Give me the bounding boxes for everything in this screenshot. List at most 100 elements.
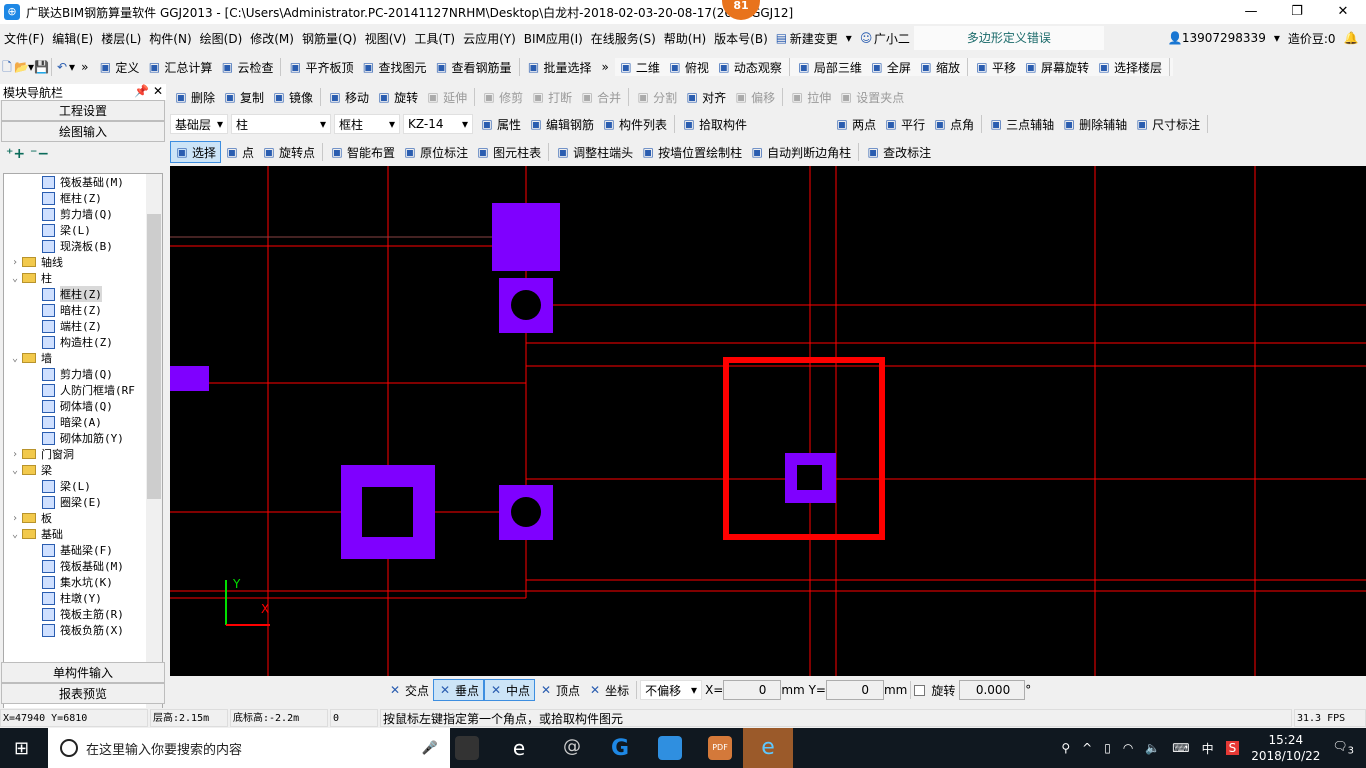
edit-button-7[interactable]: ▣ 打断 [527, 89, 576, 106]
ime-indicator[interactable]: 中 [1202, 740, 1214, 757]
column-hole[interactable] [797, 465, 822, 490]
snap-toggle-2[interactable]: ✕ 中点 [484, 679, 536, 701]
tree-folder[interactable]: › 板 [4, 510, 162, 526]
snap-toggle-0[interactable]: ✕ 交点 [384, 679, 433, 701]
tree-item[interactable]: 筏板负筋(X) [4, 622, 162, 638]
task-view-icon[interactable]: ▯▯ [408, 738, 421, 752]
edit-button-12[interactable]: ▣ 拉伸 [786, 89, 835, 106]
menu-item[interactable]: 云应用(Y) [459, 30, 520, 47]
tree-item[interactable]: 梁(L) [4, 478, 162, 494]
chevron-down-icon[interactable]: ⌄ [8, 273, 22, 284]
edit-button-4[interactable]: ▣ 旋转 [373, 89, 422, 106]
user-phone[interactable]: 13907298339 [1178, 31, 1270, 45]
tree-item[interactable]: 筏板主筋(R) [4, 606, 162, 622]
component-button-3[interactable]: ▣ 拾取构件 [678, 116, 751, 133]
new-file-icon[interactable]: 🗋 [0, 60, 14, 74]
chevron-down-icon[interactable]: ⌄ [8, 353, 22, 364]
tree-item[interactable]: 暗柱(Z) [4, 302, 162, 318]
main-button-6[interactable]: ▣ 批量选择 [523, 59, 596, 76]
axis-button-1[interactable]: ▣ 平行 [880, 116, 929, 133]
edit-button-6[interactable]: ▣ 修剪 [478, 89, 527, 106]
view-button-4[interactable]: ▣ 全屏 [866, 59, 915, 76]
component-button-2[interactable]: ▣ 构件列表 [598, 116, 671, 133]
tree-item[interactable]: 柱墩(Y) [4, 590, 162, 606]
collapse-all-icon[interactable]: ⁻− [30, 146, 49, 162]
column[interactable] [170, 366, 209, 391]
main-button-2[interactable]: ▣ 云检查 [216, 59, 277, 76]
tree-item[interactable]: 剪力墙(Q) [4, 206, 162, 222]
view-button-8[interactable]: ▣ 选择楼层 [1093, 59, 1166, 76]
draw-button-4[interactable]: ▣ 原位标注 [399, 144, 472, 161]
menu-item[interactable]: 修改(M) [246, 30, 298, 47]
draw-button-3[interactable]: ▣ 智能布置 [326, 144, 399, 161]
pin-icon[interactable]: 📌 [134, 84, 149, 98]
tree-folder[interactable]: ⌄ 柱 [4, 270, 162, 286]
component-select[interactable]: KZ-14 ▾ [403, 114, 473, 134]
draw-button-1[interactable]: ▣ 点 [221, 144, 258, 161]
menu-item[interactable]: 视图(V) [361, 30, 411, 47]
x-axis-label[interactable]: X [261, 602, 269, 616]
snap-toggle-3[interactable]: ✕ 顶点 [535, 679, 584, 701]
tree-item[interactable]: 筏板基础(M) [4, 558, 162, 574]
project-settings-button[interactable]: 工程设置 [1, 100, 165, 121]
menu-assistant[interactable]: 广小二 [870, 30, 914, 47]
menu-item[interactable]: 工具(T) [410, 30, 459, 47]
tree-folder[interactable]: › 轴线 [4, 254, 162, 270]
tree-item[interactable]: 暗梁(A) [4, 414, 162, 430]
clock[interactable]: 15:24 2018/10/22 [1251, 732, 1320, 764]
draw-button-0[interactable]: ▣ 选择 [170, 141, 222, 163]
view-button-0[interactable]: ▣ 二维 [615, 59, 664, 76]
app-fan-icon[interactable] [455, 736, 479, 760]
draw-button-6[interactable]: ▣ 调整柱端头 [552, 144, 637, 161]
axis-button-5[interactable]: ▣ 尺寸标注 [1131, 116, 1204, 133]
menu-item[interactable]: 绘图(D) [196, 30, 247, 47]
menu-item[interactable]: 帮助(H) [660, 30, 710, 47]
close-panel-icon[interactable]: ✕ [153, 84, 163, 98]
tray-chevron-icon[interactable]: ^ [1082, 741, 1092, 755]
edge-ie-icon[interactable]: e [507, 736, 531, 760]
menu-item[interactable]: BIM应用(I) [520, 30, 587, 47]
draw-button-5[interactable]: ▣ 图元柱表 [472, 144, 545, 161]
tree-scrollbar[interactable] [146, 174, 162, 727]
view-button-5[interactable]: ▣ 缩放 [915, 59, 964, 76]
menu-item[interactable]: 文件(F) [0, 30, 48, 47]
chevron-right-icon[interactable]: › [8, 513, 22, 524]
x-offset-input[interactable]: 0 [723, 680, 782, 700]
tree-item[interactable]: 梁(L) [4, 222, 162, 238]
minimize-button[interactable]: — [1228, 0, 1274, 24]
tree-item[interactable]: 现浇板(B) [4, 238, 162, 254]
edit-button-2[interactable]: ▣ 镜像 [268, 89, 317, 106]
main-button-5[interactable]: ▣ 查看钢筋量 [430, 59, 515, 76]
drawing-svg[interactable]: YX [170, 166, 1366, 676]
edit-button-0[interactable]: ▣ 删除 [170, 89, 219, 106]
chevron-down-icon[interactable]: ⌄ [8, 465, 22, 476]
expand-all-icon[interactable]: ⁺+ [6, 146, 25, 162]
snap-toggle-1[interactable]: ✕ 垂点 [433, 679, 485, 701]
tree-item[interactable]: 框柱(Z) [4, 190, 162, 206]
column[interactable] [492, 203, 560, 271]
menu-item[interactable]: 在线服务(S) [587, 30, 660, 47]
menu-new-change[interactable]: 新建变更 [786, 30, 842, 47]
report-preview-button[interactable]: 报表预览 [1, 683, 165, 704]
close-button[interactable]: ✕ [1320, 0, 1366, 24]
microphone-icon[interactable]: 🎤 [422, 741, 438, 756]
chevron-right-icon[interactable]: › [8, 449, 22, 460]
draw-button-2[interactable]: ▣ 旋转点 [258, 144, 319, 161]
main-button-1[interactable]: ▣ 汇总计算 [143, 59, 216, 76]
tree-item[interactable]: 构造柱(Z) [4, 334, 162, 350]
tree-item[interactable]: 端柱(Z) [4, 318, 162, 334]
view-button-1[interactable]: ▣ 俯视 [664, 59, 713, 76]
keyboard-icon[interactable]: ⌨ [1172, 741, 1189, 755]
single-component-button[interactable]: 单构件输入 [1, 662, 165, 683]
type-select[interactable]: 柱 ▾ [231, 114, 331, 134]
save-icon[interactable]: 💾 [34, 60, 49, 74]
axis-button-3[interactable]: ▣ 三点辅轴 [985, 116, 1058, 133]
menu-item[interactable]: 编辑(E) [48, 30, 97, 47]
snap-toggle-4[interactable]: ✕ 坐标 [584, 679, 633, 701]
tree-item[interactable]: 框柱(Z) [4, 286, 162, 302]
glodon-icon[interactable]: G [608, 736, 632, 761]
draw-button-7[interactable]: ▣ 按墙位置绘制柱 [637, 144, 746, 161]
menu-item[interactable]: 钢筋量(Q) [298, 30, 361, 47]
sogou-icon[interactable]: S [1225, 741, 1240, 755]
tree-item[interactable]: 砌体墙(Q) [4, 398, 162, 414]
